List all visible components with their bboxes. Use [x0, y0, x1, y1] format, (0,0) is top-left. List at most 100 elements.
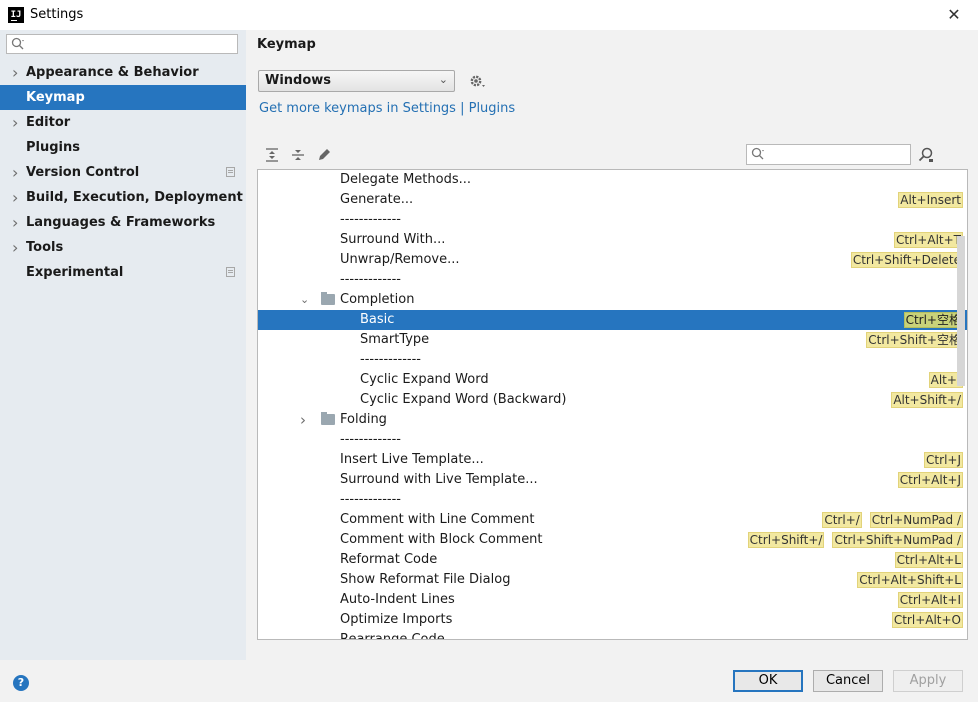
tree-action-row[interactable]: Auto-Indent Lines Ctrl+Alt+I: [258, 590, 967, 610]
chevron-right-icon[interactable]: ›: [12, 185, 18, 210]
sidebar-item-tools[interactable]: › Tools: [0, 235, 246, 260]
chevron-right-icon[interactable]: ›: [300, 410, 306, 430]
tree-folder-row[interactable]: ⌄ Completion: [258, 290, 967, 310]
page-title: Keymap: [257, 37, 316, 52]
tree-action-row[interactable]: Optimize Imports Ctrl+Alt+O: [258, 610, 967, 630]
tree-row-label: -------------: [340, 272, 401, 287]
tree-row-label: Show Reformat File Dialog: [340, 572, 511, 587]
tree-action-row[interactable]: Generate... Alt+Insert: [258, 190, 967, 210]
tree-action-row[interactable]: -------------: [258, 270, 967, 290]
tree-action-row[interactable]: SmartType Ctrl+Shift+空格: [258, 330, 967, 350]
shortcut-list: Alt+Insert: [898, 192, 963, 208]
settings-sidebar: › Appearance & Behavior Keymap › Editor Plugi…: [0, 30, 246, 660]
get-more-keymaps-link[interactable]: Get more keymaps in Settings | Plugins: [259, 101, 515, 116]
tree-action-row[interactable]: Rearrange Code: [258, 630, 967, 639]
shortcut-list: Ctrl+空格: [903, 312, 963, 328]
cancel-button[interactable]: Cancel: [813, 670, 883, 692]
chevron-right-icon[interactable]: ›: [12, 110, 18, 135]
help-icon[interactable]: ?: [13, 675, 29, 691]
tree-row-label: Basic: [360, 312, 395, 327]
tree-action-row[interactable]: -------------: [258, 210, 967, 230]
keymap-tree[interactable]: Delegate Methods... Generate... Alt+Insert…: [257, 169, 968, 640]
keymap-select-value: Windows: [265, 73, 332, 88]
keymap-filter-input[interactable]: [746, 144, 911, 165]
tree-row-label: Delegate Methods...: [340, 172, 471, 187]
tree-action-row[interactable]: -------------: [258, 350, 967, 370]
shortcut-badge: Ctrl+Alt+Shift+L: [857, 572, 963, 588]
tree-folder-row[interactable]: › Folding: [258, 410, 967, 430]
sidebar-item-label: Appearance & Behavior: [26, 65, 199, 80]
sidebar-search-input[interactable]: [6, 34, 238, 54]
shortcut-list: Ctrl+Alt+O: [891, 612, 963, 628]
shortcut-list: Ctrl+Alt+T: [893, 232, 963, 248]
shortcut-badge: Ctrl+Alt+I: [897, 592, 963, 608]
tree-action-row[interactable]: Unwrap/Remove... Ctrl+Shift+Delete: [258, 250, 967, 270]
tree-action-row[interactable]: Cyclic Expand Word (Backward) Alt+Shift+/: [258, 390, 967, 410]
tree-action-row[interactable]: Reformat Code Ctrl+Alt+L: [258, 550, 967, 570]
tree-action-row[interactable]: Surround With... Ctrl+Alt+T: [258, 230, 967, 250]
sidebar-item-editor[interactable]: › Editor: [0, 110, 246, 135]
ok-button[interactable]: OK: [733, 670, 803, 692]
tree-row-label: Completion: [340, 292, 415, 307]
shortcut-badge: Ctrl+Alt+J: [897, 472, 963, 488]
shortcut-badge: Ctrl+Shift+Delete: [850, 252, 963, 268]
shortcut-badge: Ctrl+Alt+L: [894, 552, 963, 568]
tree-scrollbar[interactable]: [957, 236, 965, 386]
keymap-select[interactable]: Windows ⌄: [258, 70, 455, 92]
chevron-down-icon[interactable]: ⌄: [300, 290, 309, 310]
shortcut-badge: Alt+Shift+/: [891, 392, 963, 408]
gear-icon[interactable]: [468, 72, 486, 90]
sidebar-item-version-control[interactable]: › Version Control: [0, 160, 246, 185]
sidebar-item-label: Languages & Frameworks: [26, 215, 216, 230]
sidebar-item-build-execution-deployment[interactable]: › Build, Execution, Deployment: [0, 185, 246, 210]
sidebar-item-appearance-behavior[interactable]: › Appearance & Behavior: [0, 60, 246, 85]
shortcut-badge: Ctrl+Alt+O: [891, 612, 963, 628]
tree-action-row[interactable]: Basic Ctrl+空格: [258, 310, 967, 330]
apply-button[interactable]: Apply: [893, 670, 963, 692]
pencil-icon[interactable]: [315, 146, 333, 164]
chevron-right-icon[interactable]: ›: [12, 60, 18, 85]
tree-row-label: -------------: [340, 212, 401, 227]
sidebar-item-plugins[interactable]: Plugins: [0, 135, 246, 160]
sidebar-item-label: Experimental: [26, 265, 124, 280]
tree-action-row[interactable]: -------------: [258, 430, 967, 450]
collapse-all-icon[interactable]: [289, 146, 307, 164]
tree-row-label: SmartType: [360, 332, 430, 347]
tree-row-label: Optimize Imports: [340, 612, 453, 627]
tree-row-label: Unwrap/Remove...: [340, 252, 460, 267]
tree-action-row[interactable]: Delegate Methods...: [258, 170, 967, 190]
sidebar-item-languages-frameworks[interactable]: › Languages & Frameworks: [0, 210, 246, 235]
tree-action-row[interactable]: Comment with Block Comment Ctrl+Shift+/Ct…: [258, 530, 967, 550]
tree-row-label: Surround with Live Template...: [340, 472, 538, 487]
shortcut-list: Ctrl+J: [924, 452, 963, 468]
shortcut-badge: Ctrl+Shift+/: [747, 532, 825, 548]
shortcut-list: Ctrl+Shift+/ Ctrl+Shift+NumPad /: [747, 532, 963, 548]
expand-all-icon[interactable]: [263, 146, 281, 164]
sidebar-item-keymap[interactable]: Keymap: [0, 85, 246, 110]
sidebar-item-experimental[interactable]: Experimental: [0, 260, 246, 285]
close-icon[interactable]: ✕: [944, 5, 964, 25]
tree-action-row[interactable]: Comment with Line Comment Ctrl+/ Ctrl+NumP…: [258, 510, 967, 530]
tree-row-label: Comment with Block Comment: [340, 532, 543, 547]
tree-row-label: Surround With...: [340, 232, 446, 247]
keymap-panel: Keymap Windows ⌄ Get more keymaps in Set…: [246, 30, 978, 660]
tree-action-row[interactable]: Cyclic Expand Word Alt+/: [258, 370, 967, 390]
folder-icon: [321, 412, 335, 425]
shortcut-badge: Alt+Insert: [898, 192, 963, 208]
intellij-icon: IJ: [8, 7, 24, 23]
tree-action-row[interactable]: Surround with Live Template... Ctrl+Alt+J: [258, 470, 967, 490]
sidebar-item-label: Plugins: [26, 140, 80, 155]
tree-action-row[interactable]: Insert Live Template... Ctrl+J: [258, 450, 967, 470]
shortcut-list: Ctrl+Alt+I: [897, 592, 963, 608]
tree-row-label: Cyclic Expand Word: [360, 372, 489, 387]
chevron-right-icon[interactable]: ›: [12, 210, 18, 235]
find-shortcut-icon[interactable]: [917, 146, 935, 164]
tree-action-row[interactable]: -------------: [258, 490, 967, 510]
tree-row-label: -------------: [360, 352, 421, 367]
tree-action-row[interactable]: Show Reformat File Dialog Ctrl+Alt+Shift+…: [258, 570, 967, 590]
shortcut-list: Ctrl+Alt+L: [894, 552, 963, 568]
chevron-right-icon[interactable]: ›: [12, 235, 18, 260]
chevron-right-icon[interactable]: ›: [12, 160, 18, 185]
sidebar-item-label: Build, Execution, Deployment: [26, 190, 243, 205]
tree-row-label: Auto-Indent Lines: [340, 592, 455, 607]
